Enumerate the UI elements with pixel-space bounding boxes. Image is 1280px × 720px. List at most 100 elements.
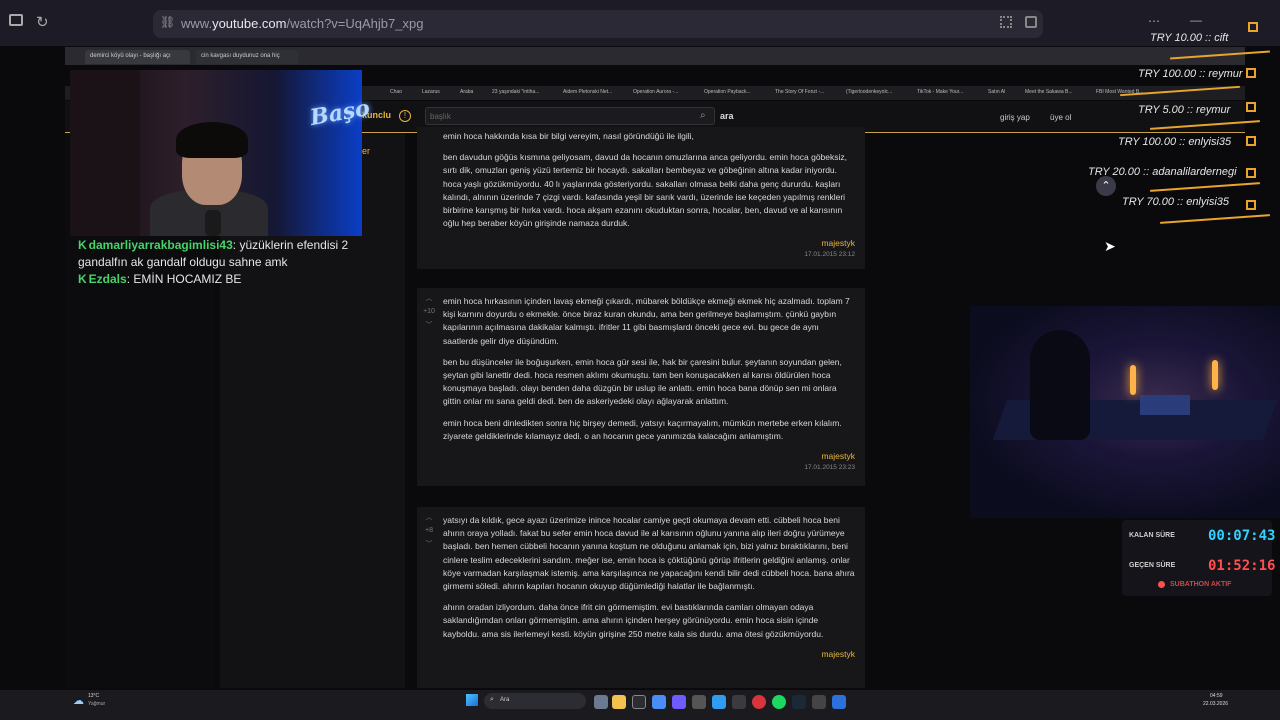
app-icon[interactable]: [652, 695, 666, 709]
weather-temp[interactable]: 13°C: [88, 693, 99, 699]
app-icon[interactable]: [692, 695, 706, 709]
subathon-status: SUBATHON AKTIF: [1170, 581, 1232, 588]
app-icon[interactable]: [832, 695, 846, 709]
donation-box-icon: [1246, 68, 1256, 78]
bookmark[interactable]: 23 yaşındaki "intiha...: [492, 89, 539, 95]
microphone: [205, 210, 221, 236]
kick-badge-icon: K: [78, 272, 87, 286]
taskbar-search-label: Ara: [500, 697, 510, 703]
downvote-icon[interactable]: ﹀: [422, 320, 436, 330]
spotify-icon[interactable]: [772, 695, 786, 709]
url-text[interactable]: www.youtube.com/watch?v=UqAhjb7_xpg: [181, 16, 423, 31]
weather-icon[interactable]: ☁: [73, 694, 84, 707]
bookmark[interactable]: The Story Of Fonzi -...: [775, 89, 824, 95]
donation-box-icon: [1248, 22, 1258, 32]
more-icon[interactable]: ⋯: [1148, 14, 1160, 28]
elapsed-time: 01:52:16: [1208, 558, 1276, 574]
entry-text: yatsıyı da kıldık, gece ayazı üzerimize …: [443, 515, 855, 592]
grid-icon[interactable]: [1000, 16, 1012, 28]
steam-icon[interactable]: [792, 695, 806, 709]
minimize-icon[interactable]: —: [1190, 13, 1202, 27]
chat-message: K Ezdals: EMİN HOCAMIZ BE: [78, 272, 242, 286]
remaining-time: 00:07:43: [1208, 528, 1276, 544]
search-placeholder: başlık: [430, 112, 451, 121]
register-link[interactable]: üye ol: [1050, 113, 1071, 122]
taskbar-time[interactable]: 04:59: [1210, 693, 1223, 699]
kick-badge-icon: K: [78, 238, 87, 252]
up-chevron-icon[interactable]: ⌃: [1096, 176, 1116, 196]
entry-author[interactable]: majestyk: [443, 238, 855, 248]
room-lamp: [1130, 365, 1136, 395]
vote-count: +10: [423, 308, 435, 315]
entry-text: emin hoca hakkında kısa bir bilgi vereyi…: [443, 131, 694, 141]
remaining-label: KALAN SÜRE: [1129, 532, 1175, 539]
donation-item: TRY 100.00 :: reymur: [1138, 68, 1243, 80]
bookmark[interactable]: Chao: [390, 89, 402, 95]
bookmark[interactable]: Lazarus: [422, 89, 440, 95]
donation-box-icon: [1246, 168, 1256, 178]
windows-icon[interactable]: [466, 694, 478, 706]
extension-icon[interactable]: [1025, 16, 1037, 28]
login-link[interactable]: giriş yap: [1000, 113, 1030, 122]
app-icon[interactable]: [732, 695, 746, 709]
streamer-hair: [176, 122, 248, 158]
bookmark[interactable]: Satın Al: [988, 89, 1005, 95]
entry-card: emin hoca hırkasının içinden lavaş ekmeğ…: [417, 288, 865, 486]
bookmark[interactable]: Aidem Pletonski Net...: [563, 89, 612, 95]
entry-card: emin hoca hakkında kısa bir bilgi vereyi…: [417, 127, 865, 269]
downvote-icon[interactable]: ﹀: [422, 539, 436, 549]
entry-text: emin hoca hırkasının içinden lavaş ekmeğ…: [443, 296, 850, 346]
donation-item: TRY 10.00 :: cift: [1150, 32, 1229, 44]
app-icon[interactable]: [672, 695, 686, 709]
entry-date[interactable]: 17.01.2015 23:12: [443, 251, 855, 258]
chat-username: damarliyarrakbagimlisi43: [88, 238, 233, 252]
entry-author[interactable]: majestyk: [443, 451, 855, 461]
room-chair: [1030, 330, 1090, 440]
bookmark[interactable]: Meet the Sakawa B...: [1025, 89, 1073, 95]
entry-author[interactable]: majestyk: [443, 649, 855, 659]
entry-text: ahırın oradan izliyordum. daha önce ifri…: [443, 602, 824, 639]
sidebar-toggle-icon[interactable]: [9, 14, 23, 26]
entry-text: ben davudun göğüs kısmına geliyosam, dav…: [443, 152, 848, 229]
upvote-icon[interactable]: ︿: [422, 293, 436, 303]
chat-overlay: Kdamarliyarrakbagimlisi43: yüzüklerin ef…: [78, 237, 363, 288]
bookmark[interactable]: Araba: [460, 89, 473, 95]
entry-date[interactable]: 17.01.2015 23:23: [443, 464, 855, 471]
settings-icon[interactable]: [632, 695, 646, 709]
search-icon[interactable]: ⌕: [700, 110, 706, 121]
reload-icon[interactable]: ↻: [36, 13, 49, 31]
donation-item: TRY 5.00 :: reymur: [1138, 104, 1231, 116]
opera-icon[interactable]: [752, 695, 766, 709]
donation-item: TRY 100.00 :: enlyisi35: [1118, 136, 1232, 148]
bookmark[interactable]: TikTok - Make Your...: [917, 89, 963, 95]
search-button[interactable]: ara: [720, 111, 734, 121]
search-input[interactable]: [425, 107, 715, 125]
inner-tab[interactable]: cin kavgası duydunuz ona hiç: [196, 50, 298, 64]
bookmark[interactable]: Operation Payback...: [704, 89, 751, 95]
taskbar-date[interactable]: 22.03.2026: [1203, 701, 1228, 707]
inner-tab[interactable]: demirci köyü olayı - başlığı açı: [85, 50, 190, 64]
donation-box-icon: [1246, 200, 1256, 210]
entry-card: yatsıyı da kıldık, gece ayazı üzerimize …: [417, 507, 865, 688]
bookmark[interactable]: Operation Aurora -...: [633, 89, 678, 95]
file-explorer-icon[interactable]: [612, 695, 626, 709]
weather-desc[interactable]: Yağmur: [88, 701, 105, 707]
browser-icon[interactable]: [712, 695, 726, 709]
upvote-icon[interactable]: ︿: [422, 512, 436, 522]
task-view-icon[interactable]: [594, 695, 608, 709]
app-icon[interactable]: [812, 695, 826, 709]
live-dot-icon: [1158, 581, 1165, 588]
donation-item: TRY 70.00 :: enlyisi35: [1122, 196, 1230, 208]
topic-link[interactable]: er: [362, 146, 370, 156]
site-info-icon[interactable]: ⛓: [160, 15, 175, 29]
chat-message: Kdamarliyarrakbagimlisi43: yüzüklerin ef…: [78, 238, 349, 269]
bookmark[interactable]: (Tigerloodenkeyolc...: [846, 89, 892, 95]
donation-box-icon: [1246, 102, 1256, 112]
elapsed-label: GEÇEN SÜRE: [1129, 562, 1176, 569]
room-monitor: [1140, 395, 1190, 415]
room-lamp: [1212, 360, 1218, 390]
mouse-cursor-icon: ➤: [1104, 238, 1116, 254]
chat-username: Ezdals: [88, 272, 127, 286]
entry-text: emin hoca beni dinledikten sonra hiç bir…: [443, 417, 842, 441]
info-icon[interactable]: !: [399, 110, 411, 122]
